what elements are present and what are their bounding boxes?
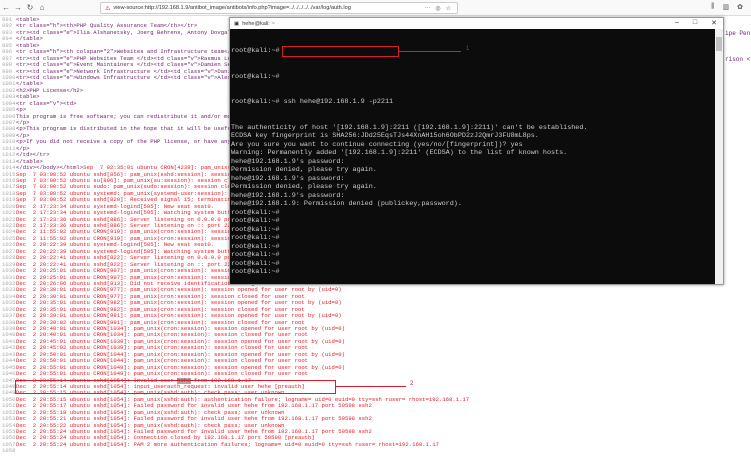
- line-text: Dec 2 20:55:24 ubuntu sshd[1054]: PAM 2 …: [16, 440, 439, 448]
- terminal-line: ECDSA key fingerprint is SHA256:JDd25Eqs…: [231, 132, 539, 140]
- annotation-box-2: [15, 380, 336, 394]
- terminal-line: root@kali:~#: [231, 259, 280, 268]
- source-fragment: ipe Pen: [725, 30, 751, 37]
- terminal-line: root@kali:~#: [231, 234, 280, 242]
- terminal-window[interactable]: ▣ hehe@kali: ~ – □ ✕ root@kali:~# root@k…: [229, 17, 724, 285]
- pocket-icon[interactable]: ◎: [435, 5, 440, 12]
- terminal-app-icon: ▣: [234, 20, 240, 27]
- home-icon[interactable]: ⌂: [36, 3, 48, 12]
- line-text: <tr><td class="e">Ilia Alshanetsky, Joer…: [16, 28, 231, 36]
- terminal-line: hehe@192.168.1.9's password:: [231, 191, 345, 200]
- annotation-label-2: 2: [410, 381, 414, 387]
- line-text: <p>If you did not receive a copy of the …: [16, 138, 231, 146]
- line-text: <p>This program is distributed in the ho…: [16, 125, 231, 133]
- terminal-title: hehe@kali: ~: [242, 20, 275, 27]
- back-icon[interactable]: ←: [0, 3, 12, 12]
- sidebar-icon[interactable]: ▥: [723, 3, 730, 11]
- terminal-scrollbar[interactable]: [715, 29, 723, 284]
- terminal-line: Permission denied, please try again.: [231, 183, 377, 191]
- url-text: view-source:http://192.168.1.9/antibot_i…: [113, 5, 351, 11]
- insecure-lock-icon: ⚠: [105, 5, 111, 12]
- maximize-button[interactable]: □: [693, 19, 697, 27]
- line-number: 1058: [2, 447, 16, 455]
- terminal-line: root@kali:~#: [231, 72, 280, 81]
- terminal-line: hehe@192.168.1.9: Permission denied (pub…: [231, 200, 462, 208]
- terminal-line: hehe@192.168.1.9's password:: [231, 174, 345, 183]
- annotation-leader-1: [399, 51, 461, 53]
- annotation-label-1: 1: [466, 46, 470, 52]
- terminal-line: hehe@192.168.1.9's password:: [231, 157, 345, 166]
- more-actions-button[interactable]: ···: [424, 5, 430, 12]
- ssh-command: ssh hehe@192.168.1.9 -p2211: [283, 98, 394, 106]
- terminal-line: Warning: Permanently added '[192.168.1.9…: [231, 149, 568, 157]
- terminal-line: root@kali:~#: [231, 242, 280, 251]
- browser-toolbar: ← → ↻ ⌂ ⚠ view-source:http://192.168.1.9…: [0, 0, 751, 16]
- address-bar[interactable]: ⚠ view-source:http://192.168.1.9/antibot…: [100, 2, 458, 14]
- forward-icon[interactable]: →: [12, 3, 24, 12]
- library-icon[interactable]: ⫼: [711, 3, 714, 11]
- terminal-line: Are you sure you want to continue connec…: [231, 140, 523, 149]
- scrollbar-thumb[interactable]: [716, 37, 722, 51]
- annotation-box-1: [282, 46, 399, 57]
- minimize-button[interactable]: –: [675, 19, 679, 27]
- terminal-line: Permission denied, please try again.: [231, 166, 377, 174]
- terminal-line: root@kali:~#: [231, 251, 280, 259]
- bookmark-star-icon[interactable]: ☆: [446, 5, 451, 12]
- terminal-line: root@kali:~#: [231, 268, 280, 276]
- source-line: 1058: [0, 447, 751, 455]
- terminal-line: The authenticity of host '[192.168.1.9]:…: [231, 123, 588, 132]
- terminal-titlebar[interactable]: ▣ hehe@kali: ~ – □ ✕: [230, 18, 723, 29]
- terminal-command-line: root@kali:~# ssh hehe@192.168.1.9 -p2211: [231, 98, 715, 107]
- terminal-line: root@kali:~#: [231, 217, 280, 225]
- terminal-output[interactable]: root@kali:~# root@kali:~# root@kali:~# s…: [231, 29, 715, 284]
- terminal-prompt: root@kali:~#: [231, 98, 280, 106]
- extension-icon[interactable]: ✿: [737, 3, 743, 11]
- line-text: <tr><td class="e">Windows Infrastructure…: [16, 73, 231, 81]
- line-text: This program is free software; you can r…: [16, 112, 231, 120]
- close-button[interactable]: ✕: [711, 19, 717, 27]
- reload-icon[interactable]: ↻: [24, 3, 36, 12]
- source-fragment: rison <: [725, 56, 751, 63]
- terminal-line: root@kali:~#: [231, 225, 280, 234]
- annotation-leader-2: [336, 386, 406, 388]
- terminal-line: root@kali:~#: [231, 208, 280, 217]
